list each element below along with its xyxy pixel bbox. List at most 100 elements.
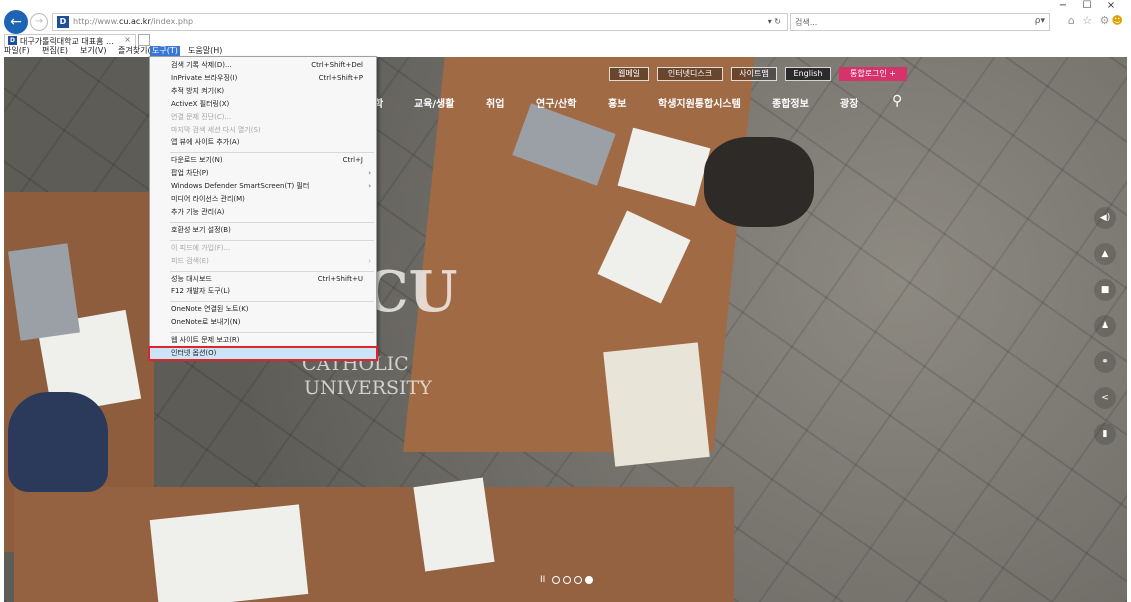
menu-help[interactable]: 도움말(H) [186, 46, 224, 56]
browser-search-box[interactable]: 검색... ρ▾ [790, 13, 1050, 31]
internet-disk-link[interactable]: 인터넷디스크 [657, 67, 723, 81]
forward-button[interactable]: → [30, 13, 48, 31]
menu-item-shortcut: Ctrl+J [342, 156, 363, 165]
tools-menu-item[interactable]: 웹 사이트 문제 보고(R) [150, 335, 376, 346]
menu-view[interactable]: 보기(V) [78, 46, 108, 56]
menu-item-shortcut: Ctrl+Shift+P [318, 73, 363, 82]
search-icon[interactable]: ρ▾ [1035, 16, 1045, 26]
minimize-button[interactable]: − [1051, 0, 1075, 11]
pager-dot[interactable] [563, 576, 571, 584]
tools-menu-item[interactable]: 앱 뷰에 사이트 추가(A) [150, 137, 376, 148]
menu-item-label: 검색 기록 삭제(D)... [171, 61, 232, 69]
menu-item-label: 웹 사이트 문제 보고(R) [171, 336, 240, 345]
address-url[interactable]: http://www.cu.ac.kr/index.php [73, 17, 193, 26]
hero-photo-table [14, 487, 734, 602]
person-icon[interactable]: ♟ [1094, 315, 1116, 337]
menu-item-label: InPrivate 브라우징(I) [171, 73, 238, 82]
toolbar-icons[interactable]: ⌂ ☆ ⚙☻ [1068, 14, 1125, 27]
menu-item-shortcut: Ctrl+Shift+Del [311, 61, 363, 69]
tools-menu-item[interactable]: OneNote로 보내기(N) [150, 317, 376, 328]
nav-item[interactable]: 연구/산학 [536, 95, 576, 110]
menu-separator [170, 221, 374, 223]
nav-item[interactable]: 취업 [486, 95, 504, 110]
tools-menu-item[interactable]: F12 개발자 도구(L) [150, 286, 376, 297]
menu-item-label: F12 개발자 도구(L) [171, 287, 230, 296]
sitemap-link[interactable]: 사이트맵 [731, 67, 777, 81]
menu-item-label: OneNote로 보내기(N) [171, 318, 241, 327]
tools-menu-item[interactable]: InPrivate 브라우징(I) Ctrl+Shift+P [150, 73, 376, 84]
link-icon[interactable]: ⚭ [1094, 351, 1116, 373]
webmail-link[interactable]: 웹메일 [609, 67, 649, 81]
tools-menu-item[interactable]: Windows Defender SmartScreen(T) 필터 › [150, 181, 376, 192]
tools-menu-item[interactable]: 성능 대시보드 Ctrl+Shift+U [150, 274, 376, 285]
submenu-arrow-icon: › [368, 182, 371, 191]
pager-dot[interactable] [552, 576, 560, 584]
tools-dropdown-menu: 검색 기록 삭제(D)... Ctrl+Shift+Del InPrivate 브라… [148, 56, 378, 361]
window-controls: − ☐ × [1051, 0, 1131, 12]
tools-menu-item[interactable]: 미디어 라이선스 관리(M) [150, 194, 376, 205]
menu-separator [170, 270, 374, 272]
menu-item-label: 성능 대시보드 [171, 274, 212, 283]
tools-menu-item[interactable]: 팝업 차단(P) › [150, 168, 376, 179]
refresh-icon[interactable]: ▾ ↻ [768, 17, 781, 26]
nav-item[interactable]: 홍보 [608, 95, 626, 110]
site-favicon-icon: D [57, 16, 69, 28]
close-window-button[interactable]: × [1099, 0, 1123, 11]
menu-tools[interactable]: 도구(T) [150, 46, 180, 56]
site-search-icon[interactable]: ⚲ [892, 93, 902, 109]
maximize-button[interactable]: ☐ [1075, 0, 1099, 11]
cu-logo-text: CU [364, 259, 458, 325]
menu-item-label: 마지막 검색 세션 다시 열기(S) [171, 125, 261, 134]
menu-file[interactable]: 파일(F) [2, 46, 32, 56]
menu-separator [170, 239, 374, 241]
menu-item-shortcut: Ctrl+Shift+U [317, 274, 363, 283]
audio-icon[interactable]: ◀) [1094, 207, 1116, 229]
hero-photo-laptop [8, 243, 80, 341]
nav-item[interactable]: 교육/생활 [414, 95, 454, 110]
menu-item-label: 이 피드에 가입(F)... [171, 243, 231, 252]
submenu-arrow-icon: › [368, 169, 371, 178]
tools-menu-item[interactable]: 검색 기록 삭제(D)... Ctrl+Shift+Del [150, 60, 376, 71]
tools-menu-item[interactable]: OneNote 연결된 노트(K) [150, 304, 376, 315]
bookmark-icon[interactable]: ▮ [1094, 423, 1116, 445]
pager-dot[interactable] [585, 576, 593, 584]
nav-item[interactable]: 학생지원통합시스템 [658, 95, 741, 110]
hero-photo-tote [603, 342, 710, 467]
menu-item-label: 추가 기능 관리(A) [171, 207, 225, 216]
submenu-arrow-icon: › [368, 256, 371, 265]
home-star-gear-icon[interactable]: ⌂ ☆ ⚙ [1068, 14, 1112, 27]
tools-menu-item[interactable]: 호환성 보기 설정(B) [150, 225, 376, 236]
menu-item-internet-options[interactable]: 인터넷 옵션(O) [148, 346, 378, 361]
menu-item-label: Windows Defender SmartScreen(T) 필터 [171, 182, 310, 191]
feedback-smiley-icon[interactable]: ☻ [1112, 14, 1125, 27]
university-logo-text: UNIVERSITY [304, 377, 432, 399]
share-icon[interactable]: < [1094, 387, 1116, 409]
address-bar[interactable]: D http://www.cu.ac.kr/index.php ▾ ↻ [52, 13, 788, 31]
tools-menu-item[interactable]: 추적 방지 켜기(K) [150, 86, 376, 97]
english-link[interactable]: English [785, 67, 831, 81]
video-icon[interactable]: ■ [1094, 279, 1116, 301]
menu-separator [170, 332, 374, 334]
menu-item-label: ActiveX 필터링(X) [171, 99, 230, 108]
tools-menu-item: 연결 문제 진단(C)... [150, 112, 376, 123]
tools-menu-item: 이 피드에 가입(F)... [150, 243, 376, 254]
integrated-login-button[interactable]: 통합로그인 + [839, 67, 907, 81]
notice-icon[interactable]: ▲ [1094, 243, 1116, 265]
new-tab-button[interactable] [138, 34, 150, 46]
browser-chrome: ← → D http://www.cu.ac.kr/index.php ▾ ↻ … [0, 0, 1131, 56]
nav-item[interactable]: 종합정보 [772, 95, 809, 110]
nav-item[interactable]: 광장 [840, 95, 858, 110]
pause-icon[interactable]: II [540, 575, 545, 585]
menu-edit[interactable]: 편집(E) [40, 46, 70, 56]
tools-menu-item[interactable]: 다운로드 보기(N) Ctrl+J [150, 155, 376, 166]
search-placeholder: 검색... [795, 18, 818, 27]
tools-menu-item[interactable]: ActiveX 필터링(X) [150, 99, 376, 110]
menu-item-label: 추적 방지 켜기(K) [171, 86, 225, 95]
pager-dot[interactable] [574, 576, 582, 584]
tools-menu-item: 피드 검색(E) › [150, 256, 376, 267]
tools-menu-item[interactable]: 추가 기능 관리(A) [150, 207, 376, 218]
tab-close-icon[interactable]: × [124, 35, 131, 44]
back-button[interactable]: ← [4, 10, 28, 34]
menu-item-label: 호환성 보기 설정(B) [171, 225, 231, 234]
menu-item-label: 팝업 차단(P) [171, 169, 209, 178]
